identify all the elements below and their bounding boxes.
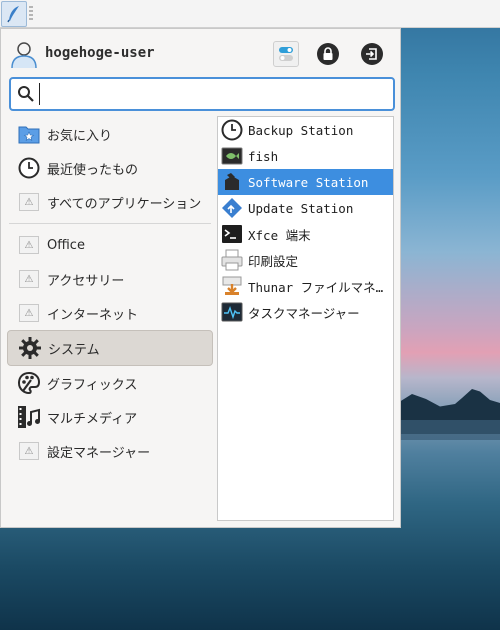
applications-menu-button[interactable] bbox=[1, 1, 27, 27]
gear-icon bbox=[18, 336, 42, 360]
missing-icon: ⚠ bbox=[17, 267, 41, 291]
update-icon bbox=[220, 196, 244, 220]
app-label: Thunar ファイルマネ… bbox=[248, 279, 384, 295]
clock-icon bbox=[17, 156, 41, 180]
app-fish[interactable]: fish bbox=[218, 143, 393, 169]
category-separator bbox=[9, 223, 211, 224]
category-favorites[interactable]: お気に入り bbox=[7, 117, 213, 151]
toggle-settings-icon bbox=[279, 47, 293, 61]
category-system[interactable]: システム bbox=[7, 330, 213, 366]
app-label: fish bbox=[248, 148, 279, 164]
file-manager-icon bbox=[220, 274, 244, 298]
username: hogehoge-user bbox=[45, 45, 155, 61]
category-label: システム bbox=[48, 342, 100, 358]
wallpaper-shore bbox=[400, 420, 500, 440]
application-list: Backup Station fish Software Station Upd… bbox=[217, 116, 394, 521]
terminal-icon bbox=[220, 222, 244, 246]
missing-icon: ⚠ bbox=[17, 439, 41, 463]
app-label: 印刷設定 bbox=[248, 253, 299, 269]
search-icon bbox=[18, 86, 34, 102]
app-xfce-terminal[interactable]: Xfce 端末 bbox=[218, 221, 393, 247]
log-out-button[interactable] bbox=[359, 41, 385, 67]
app-thunar[interactable]: Thunar ファイルマネ… bbox=[218, 273, 393, 299]
category-accessories[interactable]: ⚠ アクセサリー bbox=[7, 262, 213, 296]
lock-screen-button[interactable] bbox=[315, 41, 341, 67]
app-software-station[interactable]: Software Station bbox=[218, 169, 393, 195]
logout-icon bbox=[361, 43, 383, 65]
category-label: 設定マネージャー bbox=[47, 445, 151, 461]
app-print-settings[interactable]: 印刷設定 bbox=[218, 247, 393, 273]
top-panel bbox=[0, 0, 500, 28]
category-label: お気に入り bbox=[47, 128, 113, 144]
feather-icon bbox=[7, 6, 19, 23]
task-manager-icon bbox=[220, 300, 244, 324]
category-label: グラフィックス bbox=[47, 377, 138, 393]
film-music-icon bbox=[17, 405, 41, 429]
category-label: Office bbox=[47, 237, 85, 253]
category-office[interactable]: ⚠ Office bbox=[7, 228, 213, 262]
app-task-manager[interactable]: タスクマネージャー bbox=[218, 299, 393, 325]
category-label: マルチメディア bbox=[47, 411, 138, 427]
category-internet[interactable]: ⚠ インターネット bbox=[7, 296, 213, 330]
app-backup-station[interactable]: Backup Station bbox=[218, 117, 393, 143]
category-label: 最近使ったもの bbox=[47, 162, 139, 178]
settings-manager-button[interactable] bbox=[273, 41, 299, 67]
app-label: Update Station bbox=[248, 200, 354, 216]
search-box bbox=[9, 77, 395, 111]
favorites-icon bbox=[17, 122, 41, 146]
category-list: お気に入り 最近使ったもの ⚠ すべてのアプリケーション ⚠ Office ⚠ … bbox=[7, 117, 213, 468]
search-input[interactable] bbox=[39, 83, 385, 105]
missing-icon: ⚠ bbox=[17, 301, 41, 325]
category-settings-manager[interactable]: ⚠ 設定マネージャー bbox=[7, 434, 213, 468]
whisker-menu: hogehoge-user お気に入り 最近使ったもの ⚠ すべてのアプリケーシ… bbox=[0, 28, 401, 528]
category-graphics[interactable]: グラフィックス bbox=[7, 366, 213, 400]
category-multimedia[interactable]: マルチメディア bbox=[7, 400, 213, 434]
category-all-applications[interactable]: ⚠ すべてのアプリケーション bbox=[7, 185, 213, 219]
missing-icon: ⚠ bbox=[17, 190, 41, 214]
category-label: アクセサリー bbox=[47, 273, 125, 289]
category-recent[interactable]: 最近使ったもの bbox=[7, 151, 213, 185]
palette-icon bbox=[17, 371, 41, 395]
clock-icon bbox=[220, 118, 244, 142]
app-label: Software Station bbox=[248, 174, 369, 190]
panel-handle[interactable] bbox=[29, 6, 33, 20]
printer-icon bbox=[220, 248, 244, 272]
app-label: Xfce 端末 bbox=[248, 227, 311, 243]
app-label: タスクマネージャー bbox=[248, 305, 360, 321]
category-label: すべてのアプリケーション bbox=[47, 196, 202, 212]
user-row: hogehoge-user bbox=[9, 39, 393, 69]
lock-icon bbox=[317, 43, 339, 65]
category-label: インターネット bbox=[47, 307, 139, 323]
app-update-station[interactable]: Update Station bbox=[218, 195, 393, 221]
app-label: Backup Station bbox=[248, 122, 354, 138]
avatar bbox=[11, 42, 37, 69]
package-icon bbox=[220, 170, 244, 194]
missing-icon: ⚠ bbox=[17, 233, 41, 257]
terminal-fish-icon bbox=[220, 144, 244, 168]
